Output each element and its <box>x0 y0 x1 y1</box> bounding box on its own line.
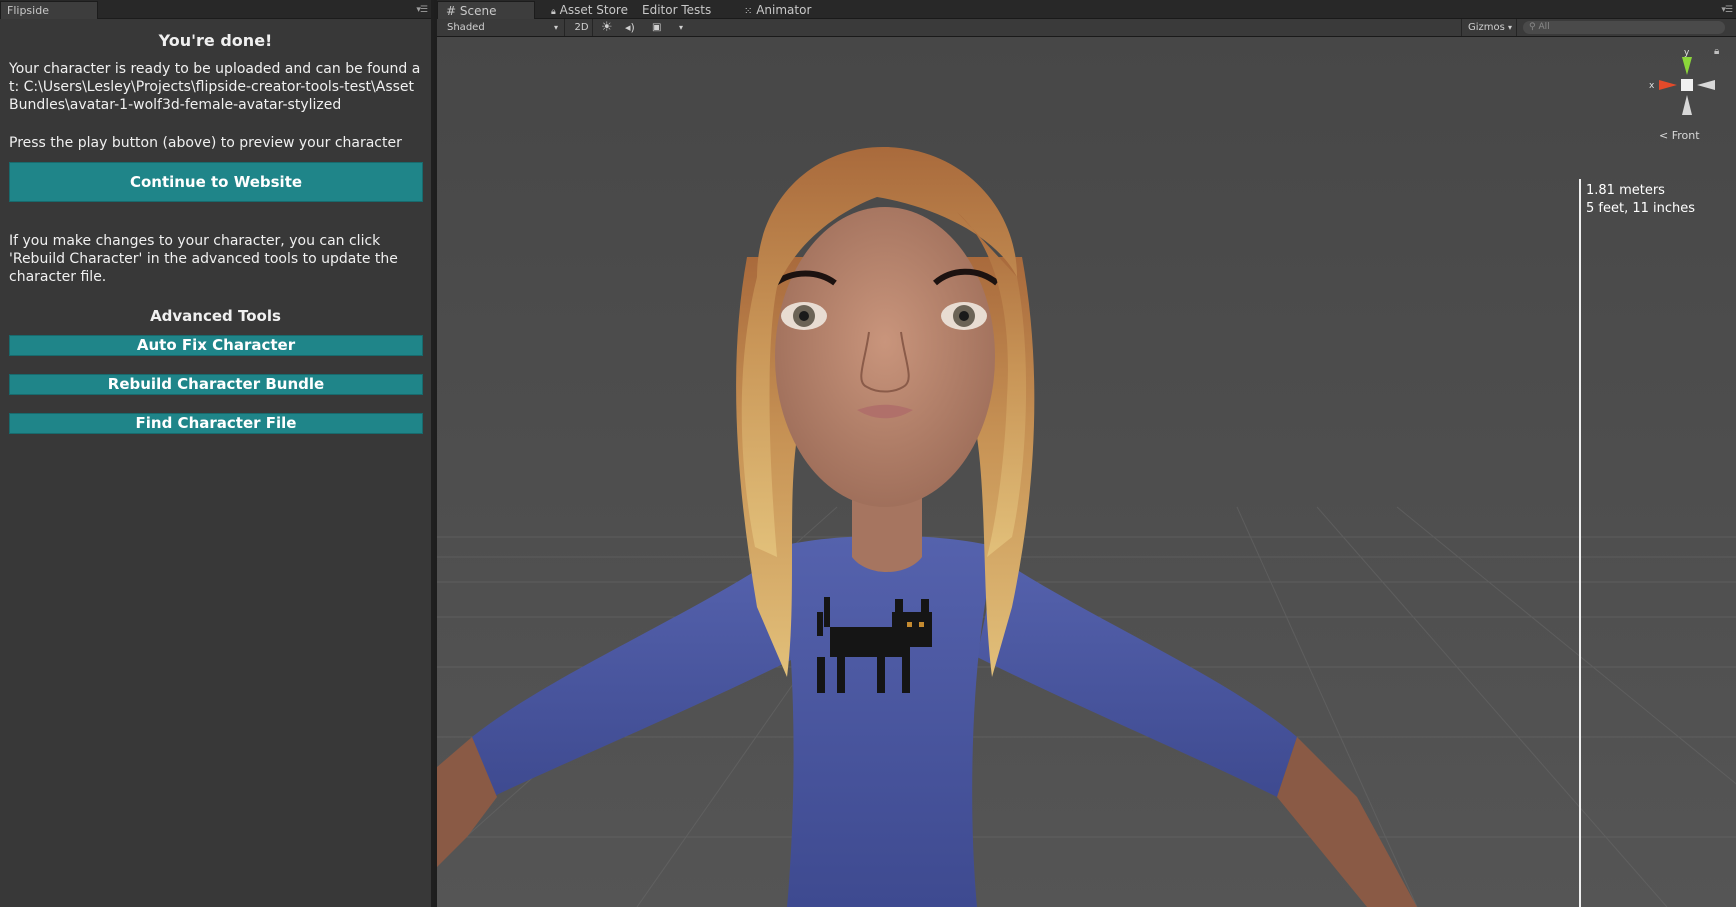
height-meters: 1.81 meters <box>1586 183 1665 198</box>
effects-dropdown-icon[interactable]: ▾ <box>679 19 683 36</box>
done-title: You're done! <box>158 31 273 50</box>
tab-scene[interactable]: # Scene <box>437 1 535 19</box>
flipside-panel: Flipside ▾☰ You're done! Your character … <box>0 0 434 907</box>
torso <box>777 535 997 907</box>
continue-to-website-button[interactable]: Continue to Website <box>9 162 423 202</box>
tab-asset-store[interactable]: 🔒︎ Asset Store <box>543 1 636 19</box>
neg-y-axis-cone <box>1682 95 1692 115</box>
perspective-icon: < <box>1659 129 1669 142</box>
scene-viewport[interactable]: y x 🔒︎ < Front 1.81 meters 5 feet, 11 in… <box>437 37 1736 907</box>
gizmo-lock-icon[interactable]: 🔒︎ <box>1714 46 1719 57</box>
flipside-tabbar: Flipside ▾☰ <box>0 0 431 19</box>
scene-toolbar: Shaded ▾ 2D ☀ ◂) ▣ ▾ Gizmos ▾ ⚲ All <box>437 19 1736 37</box>
y-axis-cone <box>1682 57 1692 75</box>
face <box>775 207 995 507</box>
tab-flipside[interactable]: Flipside <box>0 1 98 19</box>
scene-render <box>437 37 1736 907</box>
advanced-tools-title: Advanced Tools <box>150 307 281 325</box>
search-placeholder: All <box>1538 22 1550 32</box>
right-pupil <box>959 311 969 321</box>
gizmo-center <box>1681 79 1693 91</box>
toggle-2d-button[interactable]: 2D <box>571 19 593 36</box>
lock-icon: 🔒︎ <box>551 7 556 17</box>
shading-mode-label: Shaded <box>447 22 485 33</box>
rebuild-message: If you make changes to your character, y… <box>9 233 398 285</box>
upload-message: Your character is ready to be uploaded a… <box>9 61 421 113</box>
scene-tabbar: # Scene 🔒︎ Asset Store Editor Tests ⁙ An… <box>437 0 1736 19</box>
tab-editor-tests[interactable]: Editor Tests <box>634 1 719 19</box>
flipside-content: You're done! Your character is ready to … <box>0 32 431 434</box>
tab-animator-label: Animator <box>756 3 812 17</box>
search-icon: ⚲ <box>1529 22 1536 32</box>
gizmos-label: Gizmos <box>1468 22 1505 33</box>
scene-view-panel: # Scene 🔒︎ Asset Store Editor Tests ⁙ An… <box>437 0 1736 907</box>
tab-scene-label: Scene <box>459 4 497 18</box>
view-orientation-label[interactable]: < Front <box>1659 129 1700 142</box>
preview-message: Press the play button (above) to preview… <box>9 135 402 151</box>
y-axis-label: y <box>1684 48 1690 58</box>
unity-editor-window: Flipside ▾☰ You're done! Your character … <box>0 0 1736 907</box>
x-axis-label: x <box>1649 81 1655 91</box>
scene-search-input[interactable]: ⚲ All <box>1523 21 1725 34</box>
left-pupil <box>799 311 809 321</box>
front-label-text: Front <box>1671 129 1700 142</box>
grid-icon: # <box>446 4 457 18</box>
chevron-down-icon: ▾ <box>1508 23 1513 32</box>
chevron-down-icon: ▾ <box>553 23 558 32</box>
x-axis-cone <box>1659 80 1677 90</box>
find-character-file-button[interactable]: Find Character File <box>9 413 423 434</box>
audio-toggle-icon[interactable]: ◂) <box>625 19 635 36</box>
height-measure-label: 1.81 meters 5 feet, 11 inches <box>1586 182 1695 218</box>
auto-fix-character-button[interactable]: Auto Fix Character <box>9 335 423 356</box>
scene-panel-menu-icon[interactable]: ▾☰ <box>1721 5 1733 15</box>
lighting-toggle-icon[interactable]: ☀ <box>601 19 613 36</box>
neg-x-axis-cone <box>1697 80 1715 90</box>
height-measure-line <box>1579 179 1581 907</box>
height-imperial: 5 feet, 11 inches <box>1586 201 1696 216</box>
rebuild-character-bundle-button[interactable]: Rebuild Character Bundle <box>9 374 423 395</box>
animator-icon: ⁙ <box>744 6 753 17</box>
gizmos-dropdown[interactable]: Gizmos ▾ <box>1461 19 1517 36</box>
viewport-background <box>437 37 1736 907</box>
shading-mode-dropdown[interactable]: Shaded ▾ <box>437 19 565 36</box>
tab-asset-store-label: Asset Store <box>559 3 628 17</box>
tab-animator[interactable]: ⁙ Animator <box>736 1 819 19</box>
effects-toggle-icon[interactable]: ▣ <box>652 19 661 36</box>
panel-menu-icon[interactable]: ▾☰ <box>416 5 428 15</box>
tab-editor-tests-label: Editor Tests <box>642 3 712 17</box>
